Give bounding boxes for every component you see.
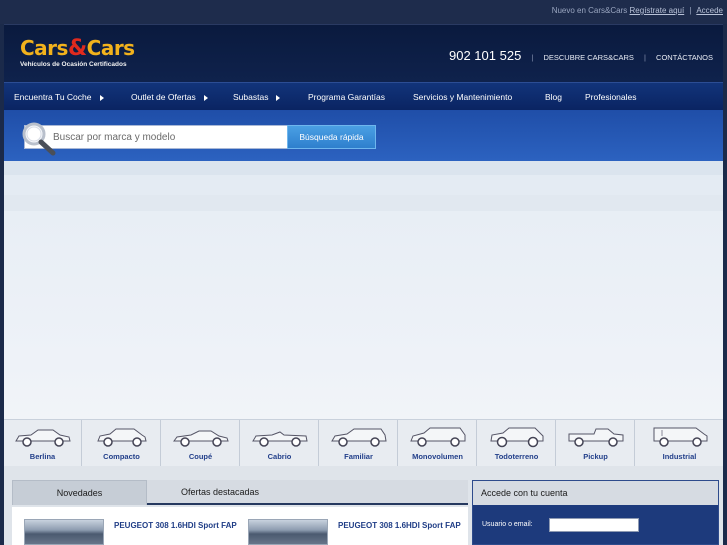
nav-item-outlet[interactable]: Outlet de Ofertas [131,83,208,111]
listing-card[interactable]: PEUGEOT 308 1.6HDI Sport FAP [24,519,244,545]
sedan-icon [14,429,71,447]
nav-item-find-car[interactable]: Encuentra Tu Coche [14,83,104,111]
site-header: Cars&Cars Vehículos de Ocasión Certifica… [4,24,723,82]
hatchback-icon [96,428,147,447]
nav-item-label: Encuentra Tu Coche [14,92,92,102]
top-bar: Nuevo en Cars&Cars Regístrate aquí | Acc… [0,0,727,24]
top-links: Nuevo en Cars&Cars Regístrate aquí | Acc… [552,6,723,15]
category-label: Familiar [344,452,373,461]
nav-item-label: Profesionales [585,92,637,102]
nav-item-warranty[interactable]: Programa Garantías [308,83,385,111]
category-minivan[interactable]: Monovolumen [399,420,477,466]
login-heading: Accede con tu cuenta [473,481,718,505]
search-box[interactable] [24,125,288,149]
register-link[interactable]: Regístrate aquí [630,6,685,15]
nav-item-label: Subastas [233,92,269,102]
category-label: Cabrio [267,452,292,461]
nav-item-label: Blog [545,92,563,102]
tab-ofertas-destacadas[interactable]: Ofertas destacadas [152,480,288,505]
hero-banner [4,161,723,419]
category-label: Monovolumen [412,452,463,461]
nav-item-auctions[interactable]: Subastas [233,83,281,111]
category-bar: Berlina Compacto Coupé Cabrio Familiar M… [4,419,723,466]
header-links: | DESCUBRE CARS&CARS | CONTÁCTANOS [523,53,713,62]
login-link[interactable]: Accede [696,6,723,15]
caret-right-icon [203,94,208,101]
category-compact[interactable]: Compacto [83,420,161,466]
magnifier-icon [22,122,56,156]
listing-panel: PEUGEOT 308 1.6HDI Sport FAP PEUGEOT 308… [12,507,468,545]
nav-item-blog[interactable]: Blog [545,83,562,111]
listing-title[interactable]: PEUGEOT 308 1.6HDI Sport FAP [114,520,244,532]
nav-item-label: Servicios y Mantenimiento [413,92,513,102]
header-separator: | [644,53,646,62]
listing-title[interactable]: PEUGEOT 308 1.6HDI Sport FAP [338,520,468,532]
nav-item-professionals[interactable]: Profesionales [585,83,637,111]
login-panel: Accede con tu cuenta Usuario o email: [472,480,719,545]
category-sedan[interactable]: Berlina [4,420,82,466]
hero-band [4,195,723,211]
username-label: Usuario o email: [482,521,533,528]
category-pickup[interactable]: Pickup [557,420,635,466]
category-label: Coupé [188,452,213,461]
quick-search-button[interactable]: Búsqueda rápida [287,125,376,149]
tab-bar: Novedades Ofertas destacadas [12,480,468,505]
nav-item-label: Outlet de Ofertas [131,92,196,102]
discover-link[interactable]: DESCUBRE CARS&CARS [543,53,633,62]
van-icon [653,427,707,447]
main-nav: Encuentra Tu Coche Outlet de Ofertas Sub… [4,82,723,110]
search-bar: Búsqueda rápida [4,110,723,161]
car-thumbnail[interactable] [24,519,104,545]
car-thumbnail[interactable] [248,519,328,545]
category-suv[interactable]: Todoterreno [478,420,556,466]
category-label: Compacto [103,452,140,461]
nav-item-label: Programa Garantías [308,92,386,102]
phone-number: 902 101 525 [449,48,522,63]
logo-brand-left: Cars [20,36,68,60]
category-label: Berlina [29,452,56,461]
nav-item-services[interactable]: Servicios y Mantenimiento [413,83,512,111]
caret-right-icon [99,94,104,101]
estate-icon [330,428,387,447]
logo-brand-right: Cars [86,36,135,60]
pickup-icon [568,428,623,447]
minivan-icon [409,427,465,447]
search-input[interactable] [53,129,281,145]
content-area: Novedades Ofertas destacadas PEUGEOT 308… [4,466,723,545]
category-industrial[interactable]: Industrial [636,420,723,466]
category-label: Todoterreno [494,452,539,461]
category-label: Industrial [662,452,697,461]
new-user-text: Nuevo en Cars&Cars [551,6,628,15]
username-input[interactable] [549,518,639,532]
contact-link[interactable]: CONTÁCTANOS [656,53,713,62]
caret-right-icon [276,94,281,101]
site-logo[interactable]: Cars&Cars Vehículos de Ocasión Certifica… [20,37,135,68]
category-coupe[interactable]: Coupé [162,420,240,466]
category-label: Pickup [583,452,608,461]
coupe-icon [172,430,229,447]
logo-tagline: Vehículos de Ocasión Certificados [20,61,127,68]
tab-novedades[interactable]: Novedades [12,480,147,505]
listing-card[interactable]: PEUGEOT 308 1.6HDI Sport FAP [248,519,468,545]
logo-ampersand: & [67,36,87,61]
header-separator: | [531,53,534,62]
top-separator: | [689,6,692,15]
category-estate[interactable]: Familiar [320,420,398,466]
convertible-icon [251,431,308,447]
suv-icon [489,427,543,448]
category-cabrio[interactable]: Cabrio [241,420,319,466]
